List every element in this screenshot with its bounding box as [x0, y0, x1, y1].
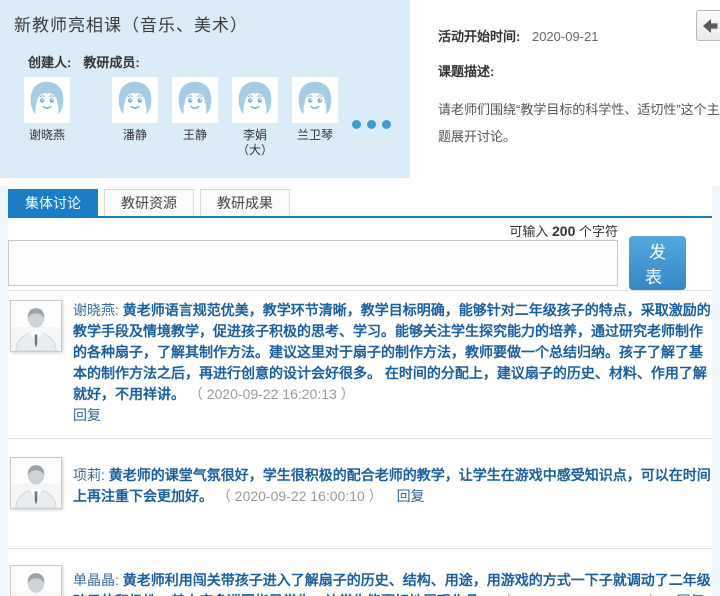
- comment-list: 谢晓燕: 黄老师语言规范优美，教学环节清晰，教学目标明确，能够针对二年级孩子的特…: [8, 290, 712, 596]
- member-item[interactable]: 潘静: [110, 76, 160, 143]
- page-left-margin: [0, 186, 8, 596]
- reply-link[interactable]: 回复: [73, 405, 103, 426]
- start-time-value: 2020-09-21: [531, 29, 599, 44]
- comment-body: 单晶晶: 黄老师利用闯关带孩子进入了解扇子的历史、结构、用途，用游戏的方式一下子…: [73, 570, 712, 596]
- comment-body: 项莉: 黄老师的课堂气氛很好，学生很积极的配合老师的教学，让学生在游戏中感受知识…: [73, 465, 712, 536]
- comment-author: 单晶晶:: [73, 572, 119, 588]
- comment-body: 谢晓燕: 黄老师语言规范优美，教学环节清晰，教学目标明确，能够针对二年级孩子的特…: [73, 300, 712, 426]
- people-labels: 创建人: 教研成员:: [28, 52, 410, 71]
- member-name: 王静: [182, 128, 207, 142]
- comment-input[interactable]: [8, 240, 618, 286]
- topic-desc-label: 课题描述:: [438, 64, 495, 79]
- comment-text: 黄老师的课堂气氛很好，学生很积极的配合老师的教学，让学生在游戏中感受知识点，可以…: [73, 467, 711, 504]
- page-right-margin: [712, 186, 720, 596]
- activity-page: 新教师亮相课（音乐、美术） 创建人: 教研成员: 谢晓燕 潘静 王静 李娟（大）…: [0, 0, 720, 596]
- comment-text: 黄老师语言规范优美，教学环节清晰，教学目标明确，能够针对二年级孩子的特点，采取激…: [73, 302, 711, 402]
- comment-item: 单晶晶: 黄老师利用闯关带孩子进入了解扇子的历史、结构、用途，用游戏的方式一下子…: [8, 548, 712, 596]
- female-avatar-icon: [171, 76, 219, 124]
- back-button[interactable]: [696, 10, 720, 41]
- member-name: 李娟（大）: [236, 128, 273, 157]
- creator-item[interactable]: 谢晓燕: [22, 76, 72, 143]
- creator-label: 创建人:: [28, 55, 72, 70]
- start-time-label: 活动开始时间:: [438, 29, 521, 44]
- tab-bar: 集体讨论 教研资源 教研成果: [8, 189, 712, 218]
- comment-author: 谢晓燕:: [73, 302, 119, 318]
- more-members-icon[interactable]: [352, 120, 391, 129]
- char-limit-count: 200: [552, 223, 576, 239]
- activity-info-card: 活动开始时间: 2020-09-21 课题描述: 请老师们围绕“教学目标的科学性…: [420, 0, 720, 178]
- female-avatar-icon: [23, 76, 71, 124]
- tab-group-discussion[interactable]: 集体讨论: [8, 189, 98, 216]
- comment-timestamp: （ 2020-09-22 16:00:10 ）: [216, 488, 383, 504]
- publish-button[interactable]: 发表: [629, 236, 686, 290]
- comment-timestamp: （ 2020-09-22 16:20:13 ）: [188, 386, 355, 402]
- creator-name: 谢晓燕: [28, 128, 65, 142]
- member-item[interactable]: 王静: [170, 76, 220, 143]
- male-avatar-icon: [10, 300, 62, 352]
- male-avatar-icon: [10, 457, 62, 509]
- members-label: 教研成员:: [83, 55, 140, 70]
- member-name: 兰卫琴: [296, 128, 333, 142]
- comment-author: 项莉:: [73, 467, 105, 483]
- member-item[interactable]: 兰卫琴: [290, 76, 340, 143]
- page-title: 新教师亮相课（音乐、美术）: [14, 16, 248, 35]
- tab-research-resources[interactable]: 教研资源: [104, 189, 194, 216]
- comment-item: 谢晓燕: 黄老师语言规范优美，教学环节清晰，教学目标明确，能够针对二年级孩子的特…: [8, 290, 712, 438]
- female-avatar-icon: [111, 76, 159, 124]
- reply-link[interactable]: 回复: [397, 488, 425, 504]
- tab-research-results[interactable]: 教研成果: [200, 189, 290, 216]
- member-item[interactable]: 李娟（大）: [230, 76, 280, 158]
- female-avatar-icon: [231, 76, 279, 124]
- topic-desc-text: 请老师们围绕“教学目标的科学性、适切性”这个主题展开讨论。: [438, 102, 720, 144]
- char-limit-hint: 可输入 200 个字符: [509, 223, 618, 239]
- male-avatar-icon: [10, 565, 62, 596]
- female-avatar-icon: [291, 76, 339, 124]
- member-name: 潘静: [122, 128, 147, 142]
- activity-summary-card: 新教师亮相课（音乐、美术） 创建人: 教研成员: 谢晓燕 潘静 王静 李娟（大）…: [0, 0, 410, 178]
- people-row: 谢晓燕 潘静 王静 李娟（大） 兰卫琴: [22, 76, 410, 158]
- comment-item: 项莉: 黄老师的课堂气氛很好，学生很积极的配合老师的教学，让学生在游戏中感受知识…: [8, 438, 712, 548]
- back-icon: [697, 16, 720, 36]
